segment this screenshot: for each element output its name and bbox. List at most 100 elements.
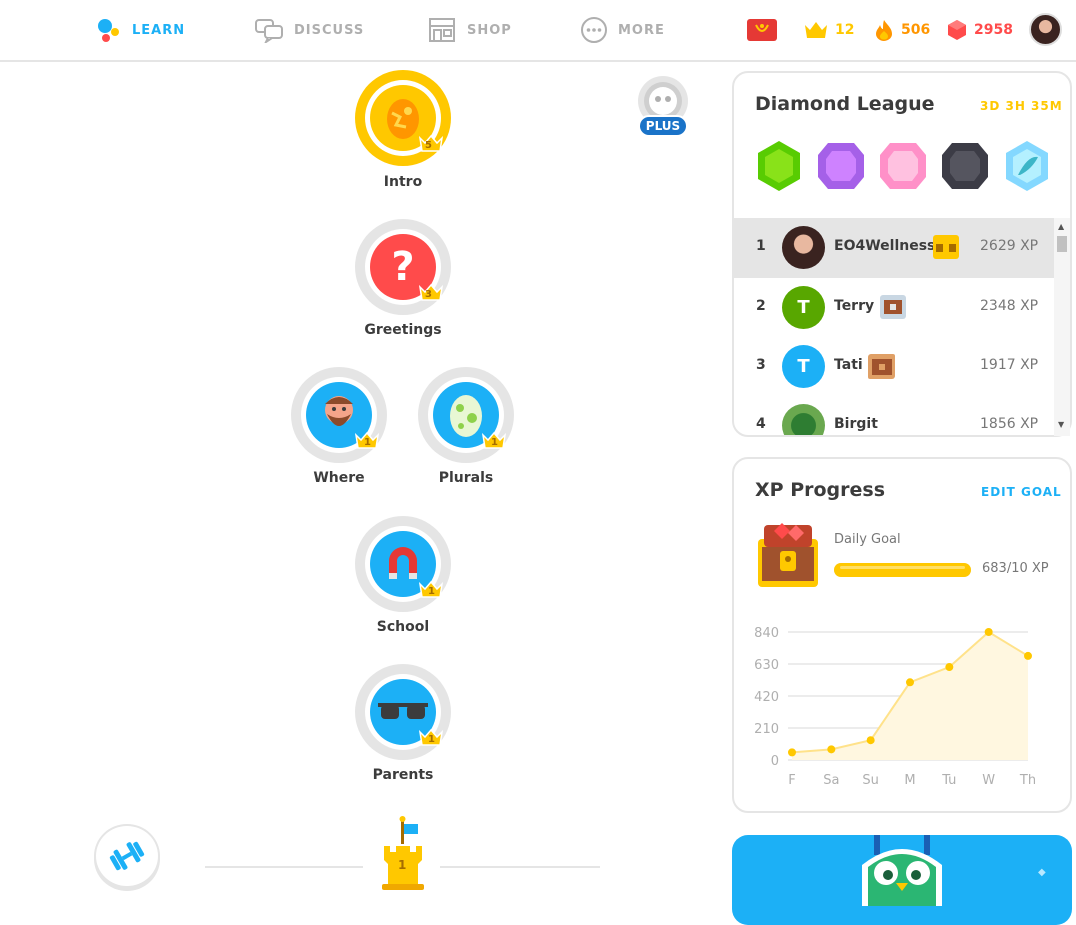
chart-y-tick-label: 840 <box>754 626 779 641</box>
chart-x-tick-label: Th <box>1019 773 1036 788</box>
nav-more[interactable]: MORE <box>580 14 665 46</box>
gold-chest-icon <box>933 235 959 259</box>
avatar: T <box>782 286 825 329</box>
xp-progress-title: XP Progress <box>755 479 886 501</box>
chart-point <box>788 748 796 757</box>
league-timer: 3D 3H 35M <box>980 99 1063 113</box>
chart-y-tick-label: 0 <box>771 754 779 769</box>
nav-discuss[interactable]: DISCUSS <box>254 14 364 46</box>
sparkle-icon: ◆ <box>1038 867 1046 878</box>
skill-intro[interactable]: 5 <box>355 70 451 166</box>
gems-counter[interactable]: 2958 <box>946 14 1013 46</box>
scroll-up-icon[interactable]: ▲ <box>1058 222 1064 231</box>
scroll-down-icon[interactable]: ▼ <box>1058 420 1064 429</box>
chart-point <box>866 736 875 745</box>
plus-badge-label: PLUS <box>638 115 688 137</box>
chart-x-tick-label: F <box>788 773 795 788</box>
league-rank: 4 <box>756 416 766 432</box>
skill-greetings-label: Greetings <box>364 322 442 338</box>
skill-where-level: 1 <box>364 437 371 448</box>
crowns-counter[interactable]: 12 <box>803 14 854 46</box>
xp-progress-card: XP Progress EDIT GOAL Daily Goal 683/10 … <box>732 457 1072 813</box>
chart-x-tick-label: M <box>904 773 915 788</box>
obsidian-league-icon <box>942 143 988 189</box>
league-title: Diamond League <box>755 93 935 115</box>
league-row[interactable]: 1 EO4Wellness 2629 XP <box>734 218 1054 278</box>
chart-y-tick-label: 630 <box>754 658 779 673</box>
league-card: Diamond League 3D 3H 35M 1 EO4Wellness 2… <box>732 71 1072 437</box>
league-user-name: Terry <box>834 298 875 314</box>
scrollbar-thumb[interactable] <box>1057 236 1067 252</box>
checkpoint-level: 1 <box>398 858 407 872</box>
league-row[interactable]: 3 T Tati 1917 XP <box>734 337 1054 397</box>
profile-avatar[interactable] <box>1029 13 1062 46</box>
skill-greetings-level: 3 <box>425 289 432 300</box>
shop-icon <box>429 18 455 42</box>
skill-plurals-level: 1 <box>491 437 498 448</box>
avatar: T <box>782 345 825 388</box>
xp-chart: 0 210 420 630 840 F Sa Su M Tu W Th <box>754 626 1036 788</box>
plus-button[interactable]: PLUS <box>636 75 690 139</box>
league-row[interactable]: 2 T Terry 2348 XP <box>734 278 1054 338</box>
chart-point <box>984 628 993 636</box>
chart-point <box>827 745 836 754</box>
nav-shop-label: SHOP <box>467 22 512 38</box>
skill-parents-label: Parents <box>372 767 434 783</box>
avatar <box>782 226 825 269</box>
nav-learn[interactable]: LEARN <box>96 14 185 46</box>
dumbbell-icon <box>109 841 145 871</box>
learn-icon <box>98 19 119 42</box>
skill-school-label: School <box>376 619 430 635</box>
league-rank: 3 <box>756 357 766 373</box>
emerald-league-icon <box>758 141 800 191</box>
skill-parents-level: 1 <box>428 734 435 745</box>
discuss-icon <box>255 19 283 43</box>
league-rank: 1 <box>756 238 766 254</box>
skill-plurals[interactable]: 1 <box>418 367 514 463</box>
castle-icon <box>382 816 424 890</box>
skill-greetings[interactable]: ? 3 <box>355 219 451 315</box>
league-rank: 2 <box>756 298 766 314</box>
crown-icon <box>805 22 827 38</box>
nav-more-label: MORE <box>618 22 665 38</box>
edit-goal-link[interactable]: EDIT GOAL <box>981 485 1062 499</box>
chart-x-tick-label: Sa <box>823 773 839 788</box>
promo-card[interactable]: ◆ <box>732 835 1072 925</box>
daily-goal-label: Daily Goal <box>834 532 901 547</box>
svg-text:?: ? <box>391 244 414 290</box>
more-icon <box>581 17 607 43</box>
gems-count: 2958 <box>974 22 1013 38</box>
chart-y-tick-label: 420 <box>754 690 779 705</box>
skill-intro-label: Intro <box>383 174 423 190</box>
daily-goal-value: 683/10 XP <box>982 561 1049 576</box>
checkpoint-castle[interactable]: 1 <box>378 816 430 892</box>
streak-counter[interactable]: 506 <box>873 14 930 46</box>
checkpoint-divider-left <box>205 866 363 868</box>
chart-x-tick-label: W <box>982 773 995 788</box>
league-xp: 2348 XP <box>980 298 1039 314</box>
daily-goal-progress-bar <box>834 563 971 577</box>
league-row[interactable]: 4 Birgit 1856 XP <box>734 396 1054 435</box>
flag-icon <box>747 19 777 41</box>
nav-learn-label: LEARN <box>132 22 186 38</box>
league-user-name: Birgit <box>834 416 878 432</box>
bronze-chest-icon <box>868 354 895 379</box>
silver-chest-icon <box>880 295 906 319</box>
skill-where[interactable]: 1 <box>291 367 387 463</box>
gem-icon <box>948 20 966 40</box>
top-nav-bar: LEARN DISCUSS SHOP MORE 12 506 2958 <box>0 0 1076 62</box>
streak-count: 506 <box>901 22 931 38</box>
league-scrollbar[interactable]: ▲ ▼ <box>1054 218 1070 436</box>
language-flag-button[interactable] <box>746 14 778 46</box>
treasure-chest-icon <box>758 523 818 587</box>
league-xp: 1856 XP <box>980 416 1039 432</box>
chart-point <box>906 678 914 687</box>
nav-shop[interactable]: SHOP <box>427 14 512 46</box>
practice-button[interactable] <box>94 824 160 888</box>
chart-x-tick-label: Tu <box>941 773 956 788</box>
skill-school[interactable]: 1 <box>355 516 451 612</box>
chart-point <box>1024 651 1032 660</box>
chart-point <box>945 663 954 672</box>
skill-parents[interactable]: 1 <box>355 664 451 760</box>
league-badges <box>758 141 1048 191</box>
